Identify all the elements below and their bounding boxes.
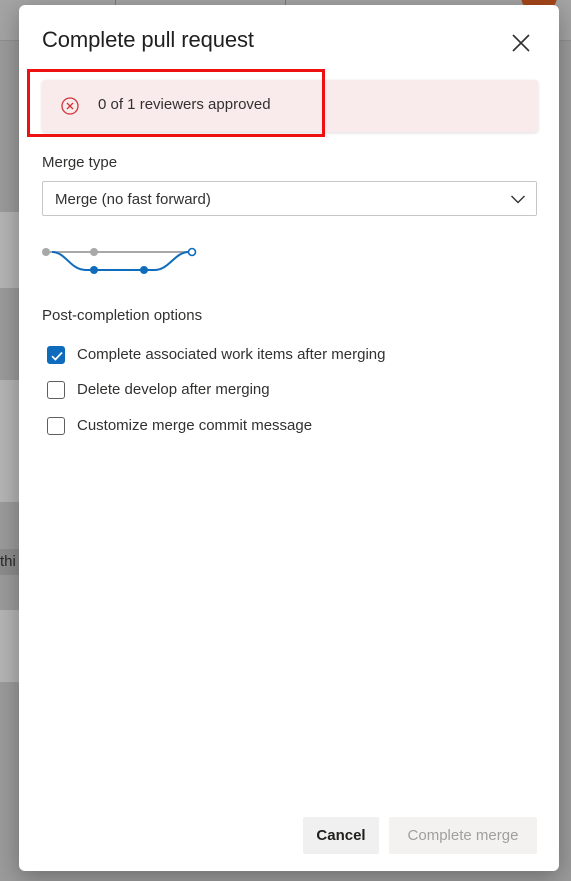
background-card xyxy=(0,212,20,288)
dialog-title: Complete pull request xyxy=(42,27,254,52)
post-completion-options-label: Post-completion options xyxy=(42,307,203,324)
close-button[interactable] xyxy=(509,31,533,55)
merge-type-selected-value: Merge (no fast forward) xyxy=(55,191,211,208)
chevron-down-icon xyxy=(511,195,525,204)
complete-merge-button[interactable]: Complete merge xyxy=(389,817,537,854)
delete-branch-label: Delete develop after merging xyxy=(77,381,270,398)
customize-commit-message-label: Customize merge commit message xyxy=(77,417,313,434)
complete-work-items-checkbox[interactable] xyxy=(47,346,65,364)
delete-branch-checkbox[interactable] xyxy=(47,381,65,399)
merge-no-fast-forward-diagram-icon xyxy=(42,247,197,274)
error-circle-icon xyxy=(61,97,79,115)
background-card xyxy=(0,380,20,502)
reviewers-status-banner: 0 of 1 reviewers approved xyxy=(42,80,538,132)
background-partial-text: thi xyxy=(0,549,20,575)
complete-work-items-label: Complete associated work items after mer… xyxy=(77,346,386,363)
background-card xyxy=(0,610,20,682)
close-icon xyxy=(512,34,530,52)
cancel-button[interactable]: Cancel xyxy=(303,817,379,854)
checkmark-icon xyxy=(51,351,63,361)
merge-type-label: Merge type xyxy=(42,154,118,171)
banner-text: 0 of 1 reviewers approved xyxy=(98,96,271,113)
complete-pull-request-dialog: Complete pull request 0 of 1 reviewers a… xyxy=(19,5,559,871)
merge-type-dropdown[interactable]: Merge (no fast forward) xyxy=(42,181,537,216)
customize-commit-message-checkbox[interactable] xyxy=(47,417,65,435)
